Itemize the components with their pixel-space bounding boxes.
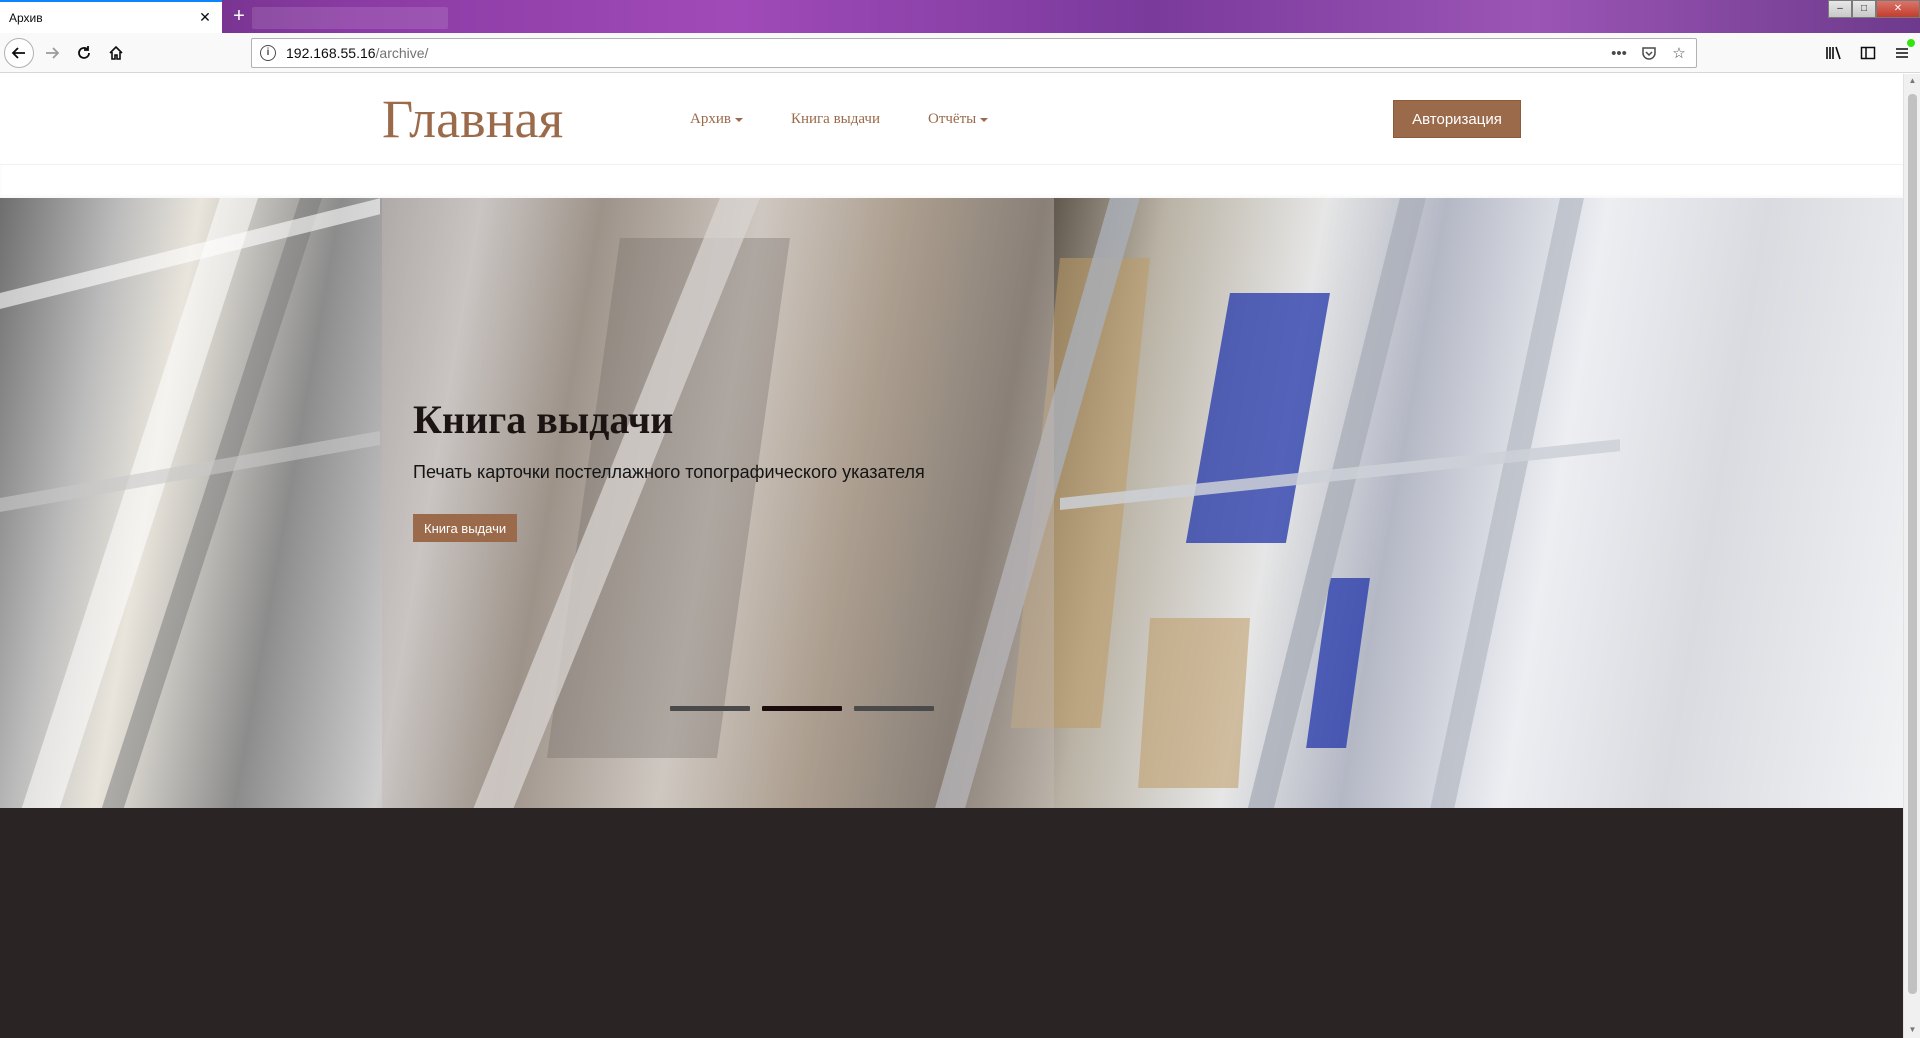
scrollbar-thumb[interactable] — [1908, 94, 1917, 994]
forward-arrow-icon[interactable] — [40, 41, 64, 65]
update-badge-icon — [1906, 38, 1916, 48]
hero-title: Книга выдачи — [413, 397, 674, 442]
new-tab-icon[interactable]: + — [228, 5, 250, 27]
library-icon[interactable] — [1822, 41, 1846, 65]
menu-item-label: Архив — [690, 111, 731, 127]
bookmark-star-icon[interactable]: ☆ — [1668, 42, 1690, 64]
url-host: 192.168.55.16 — [286, 45, 376, 61]
menu-item-label: Книга выдачи — [790, 111, 880, 127]
maximize-icon[interactable]: □ — [1852, 0, 1876, 18]
page-scrollbar[interactable]: ▲ ▼ — [1903, 74, 1920, 1038]
menu-item-issue-book[interactable]: Книга выдачи — [791, 111, 880, 128]
reload-icon[interactable] — [72, 41, 96, 65]
window-controls: – □ ✕ — [1828, 0, 1920, 18]
site-info-icon[interactable]: i — [260, 45, 276, 61]
footer-section — [0, 808, 1903, 1038]
back-arrow-icon[interactable] — [4, 38, 34, 68]
site-header: Главная Архив Книга выдачи Отчёты Автори… — [0, 74, 1903, 164]
login-button[interactable]: Авторизация — [1393, 100, 1521, 138]
site-menu: Архив Книга выдачи Отчёты — [690, 111, 989, 128]
carousel-indicator-2[interactable] — [762, 706, 842, 711]
tab-title: Архив — [9, 10, 43, 25]
menu-item-reports[interactable]: Отчёты — [928, 111, 989, 128]
browser-tab-inactive[interactable] — [252, 7, 448, 29]
scroll-up-icon[interactable]: ▲ — [1907, 76, 1918, 87]
hero-carousel: Книга выдачи Печать карточки постеллажно… — [0, 198, 1903, 808]
toolbar-right — [1822, 38, 1916, 65]
tab-close-icon[interactable]: ✕ — [194, 7, 216, 29]
url-actions: ••• ☆ — [1608, 42, 1690, 64]
hero-subtitle: Печать карточки постеллажного топографич… — [413, 462, 925, 482]
url-text[interactable]: 192.168.55.16/archive/ — [286, 45, 428, 61]
address-bar[interactable]: i 192.168.55.16/archive/ ••• ☆ — [251, 38, 1697, 68]
home-icon[interactable] — [104, 41, 128, 65]
caret-down-icon — [980, 117, 989, 122]
browser-toolbar: i 192.168.55.16/archive/ ••• ☆ — [0, 33, 1920, 73]
menu-item-label: Отчёты — [928, 111, 977, 127]
site-brand-link[interactable]: Главная — [382, 88, 563, 150]
carousel-indicator-3[interactable] — [854, 706, 934, 711]
page-viewport: Главная Архив Книга выдачи Отчёты Автори… — [0, 74, 1903, 1038]
browser-tab-strip: Архив ✕ + – □ ✕ — [0, 0, 1920, 33]
menu-item-archive[interactable]: Архив — [690, 111, 743, 128]
pocket-icon[interactable] — [1638, 42, 1660, 64]
hero-caption-panel — [382, 198, 1054, 808]
hero-cta-button[interactable]: Книга выдачи — [413, 514, 518, 542]
carousel-indicator-1[interactable] — [670, 706, 750, 711]
sidebar-icon[interactable] — [1856, 41, 1880, 65]
menu-hamburger-icon[interactable] — [1890, 38, 1916, 65]
header-spacer — [0, 164, 1903, 198]
window-close-icon[interactable]: ✕ — [1876, 0, 1920, 18]
browser-tab-active[interactable]: Архив ✕ — [0, 0, 222, 33]
caret-down-icon — [734, 117, 743, 122]
minimize-icon[interactable]: – — [1828, 0, 1852, 18]
page-actions-icon[interactable]: ••• — [1608, 42, 1630, 64]
url-path: /archive/ — [375, 45, 429, 61]
carousel-indicators — [670, 706, 934, 711]
scroll-down-icon[interactable]: ▼ — [1907, 1025, 1918, 1036]
